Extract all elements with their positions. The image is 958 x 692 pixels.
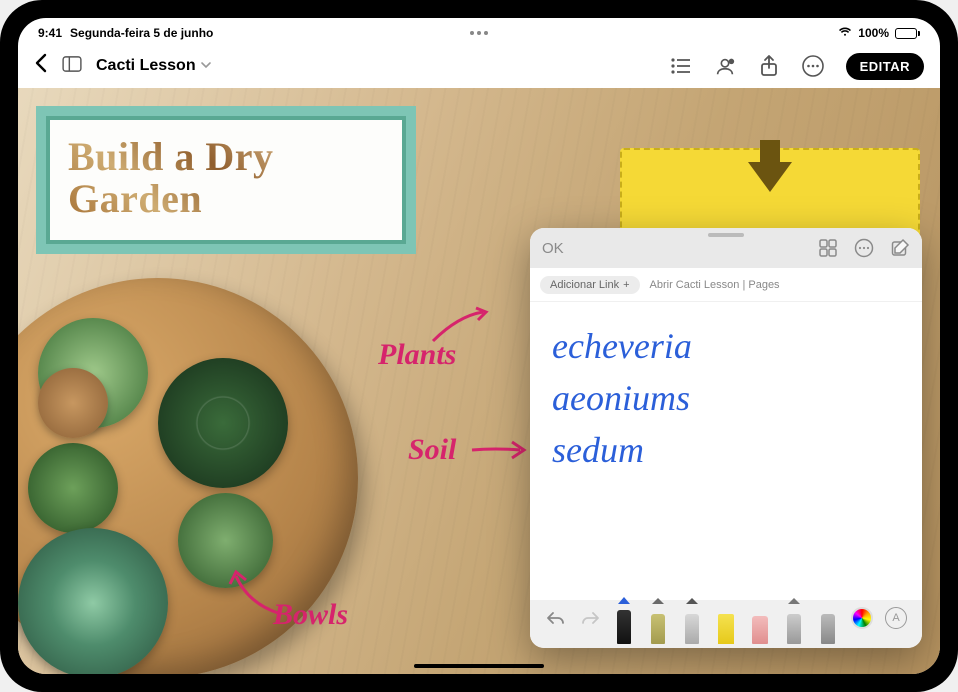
- document-canvas[interactable]: Build a Dry Garden Plants Soil Bowls: [18, 88, 940, 674]
- document-title-text: Cacti Lesson: [96, 57, 196, 75]
- outline-icon[interactable]: [670, 55, 692, 77]
- undo-button[interactable]: [545, 607, 567, 629]
- home-indicator[interactable]: [414, 664, 544, 668]
- small-pot-image: [38, 368, 108, 438]
- note-line-1: echeveria: [552, 320, 900, 372]
- ipad-frame: 9:41 Segunda-feira 5 de junho 100%: [0, 0, 958, 692]
- share-icon[interactable]: [758, 55, 780, 77]
- multitask-dots[interactable]: [470, 31, 488, 35]
- status-date: Segunda-feira 5 de junho: [70, 26, 213, 40]
- pencil-tool[interactable]: [647, 604, 669, 644]
- chevron-down-icon: [200, 60, 212, 73]
- annotation-bowls: Bowls: [273, 598, 348, 632]
- edit-button[interactable]: EDITAR: [846, 53, 924, 80]
- pen-tool[interactable]: [613, 604, 635, 644]
- markup-toolbar: A: [530, 600, 922, 648]
- brush-tool[interactable]: [681, 604, 703, 644]
- collaborate-icon[interactable]: [714, 55, 736, 77]
- ruler-tool[interactable]: [817, 604, 839, 644]
- quick-note-header[interactable]: OK: [530, 228, 922, 268]
- more-icon[interactable]: [802, 55, 824, 77]
- compose-icon[interactable]: [890, 238, 910, 258]
- back-button[interactable]: [34, 53, 48, 79]
- highlighter-tool[interactable]: [715, 604, 737, 644]
- eraser-tool[interactable]: [749, 604, 771, 644]
- lasso-tool[interactable]: [783, 604, 805, 644]
- battery-icon: [895, 28, 920, 39]
- slide-title-card[interactable]: Build a Dry Garden: [36, 106, 416, 254]
- quick-note-body[interactable]: echeveria aeoniums sedum: [530, 302, 922, 600]
- down-arrow-icon: [748, 162, 792, 192]
- sidebar-toggle-icon[interactable]: [62, 56, 82, 77]
- screen: 9:41 Segunda-feira 5 de junho 100%: [18, 18, 940, 674]
- note-more-icon[interactable]: [854, 238, 874, 258]
- gallery-view-icon[interactable]: [818, 238, 838, 258]
- color-picker-button[interactable]: [851, 607, 873, 629]
- quick-note-ok-button[interactable]: OK: [542, 240, 564, 257]
- wifi-icon: [838, 26, 852, 40]
- status-time: 9:41: [38, 26, 62, 40]
- app-toolbar: Cacti Lesson EDITA: [18, 44, 940, 88]
- open-link-button[interactable]: Abrir Cacti Lesson | Pages: [650, 279, 780, 291]
- plus-icon: +: [623, 279, 629, 291]
- quick-note-linkbar: Adicionar Link + Abrir Cacti Lesson | Pa…: [530, 268, 922, 302]
- drag-handle[interactable]: [708, 233, 744, 237]
- redo-button[interactable]: [579, 607, 601, 629]
- annotation-soil: Soil: [408, 433, 456, 467]
- annotation-plants: Plants: [378, 338, 456, 372]
- battery-percent: 100%: [858, 26, 889, 40]
- add-link-button[interactable]: Adicionar Link +: [540, 276, 640, 294]
- status-bar: 9:41 Segunda-feira 5 de junho 100%: [18, 22, 940, 44]
- note-line-3: sedum: [552, 424, 900, 476]
- arrow-soil-icon: [470, 436, 530, 466]
- quick-note-window[interactable]: OK Adicionar L: [530, 228, 922, 648]
- note-line-2: aeoniums: [552, 372, 900, 424]
- document-title-button[interactable]: Cacti Lesson: [96, 57, 212, 75]
- text-tool-button[interactable]: A: [885, 607, 907, 629]
- slide-title-text: Build a Dry Garden: [68, 136, 384, 220]
